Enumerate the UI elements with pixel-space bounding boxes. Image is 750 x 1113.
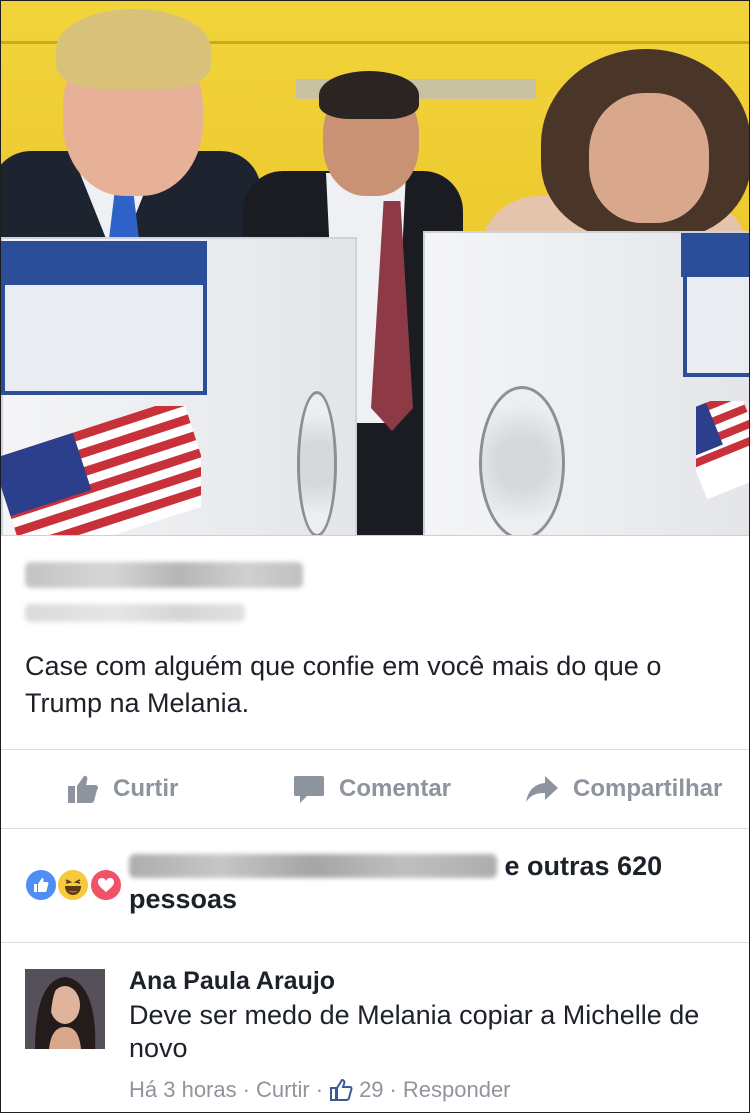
american-flag-icon bbox=[696, 401, 749, 500]
post-actions-bar: Curtir Comentar Compartilhar bbox=[1, 749, 749, 829]
commenter-name[interactable]: Ana Paula Araujo bbox=[129, 967, 335, 996]
post-photo[interactable] bbox=[1, 1, 749, 535]
comment: Ana Paula Araujo Deve ser medo de Melani… bbox=[1, 943, 749, 1112]
comment-reply-link[interactable]: Responder bbox=[403, 1077, 511, 1103]
right-booth-panel bbox=[683, 277, 749, 377]
comment-bubble-icon bbox=[294, 776, 324, 803]
comment-button[interactable]: Comentar bbox=[293, 750, 451, 828]
comment-time[interactable]: Há 3 horas bbox=[129, 1077, 237, 1103]
commenter-avatar[interactable] bbox=[25, 969, 105, 1049]
separator-dot: · bbox=[389, 1077, 397, 1102]
reactions-row[interactable]: e outras 620 pessoas bbox=[1, 828, 749, 943]
share-button[interactable]: Compartilhar bbox=[525, 750, 722, 828]
like-button[interactable]: Curtir bbox=[67, 750, 178, 828]
left-person-hair bbox=[56, 9, 211, 89]
thumbs-up-outline-icon bbox=[330, 1078, 353, 1101]
separator-dot: · bbox=[242, 1077, 250, 1102]
comment-text: Deve ser medo de Melania copiar a Michel… bbox=[129, 1000, 700, 1063]
like-reaction-icon bbox=[24, 868, 58, 902]
separator-dot: · bbox=[315, 1077, 324, 1102]
post-body: Case com alguém que confie em você mais … bbox=[1, 535, 749, 1102]
haha-reaction-icon bbox=[56, 868, 90, 902]
right-booth-band bbox=[681, 233, 749, 277]
comment-like-count: 29 bbox=[359, 1077, 384, 1102]
share-arrow-icon bbox=[526, 776, 558, 802]
reactions-summary: e outras 620 pessoas bbox=[129, 850, 729, 916]
post-text: Case com alguém que confie em você mais … bbox=[25, 651, 662, 718]
love-reaction-icon bbox=[89, 868, 123, 902]
thumbs-up-icon bbox=[68, 775, 99, 803]
share-label: Compartilhar bbox=[573, 775, 723, 802]
american-flag-icon bbox=[1, 406, 201, 535]
blurred-post-meta bbox=[25, 604, 245, 622]
screenshot-frame: Case com alguém que confie em você mais … bbox=[0, 0, 750, 1113]
left-booth-panel bbox=[1, 285, 207, 395]
middle-person-hair bbox=[319, 71, 419, 119]
left-booth-seal bbox=[297, 391, 337, 535]
left-booth-band bbox=[1, 241, 207, 285]
blurred-reactor-name[interactable] bbox=[129, 854, 497, 878]
right-person-face bbox=[589, 93, 709, 223]
right-booth-seal bbox=[479, 386, 565, 535]
comment-footer: Há 3 horas · Curtir · 29 · Responder bbox=[129, 1077, 511, 1103]
blurred-author-name[interactable] bbox=[25, 562, 303, 588]
like-label: Curtir bbox=[113, 775, 179, 802]
comment-label: Comentar bbox=[339, 775, 452, 802]
comment-like-link[interactable]: Curtir bbox=[256, 1077, 310, 1103]
